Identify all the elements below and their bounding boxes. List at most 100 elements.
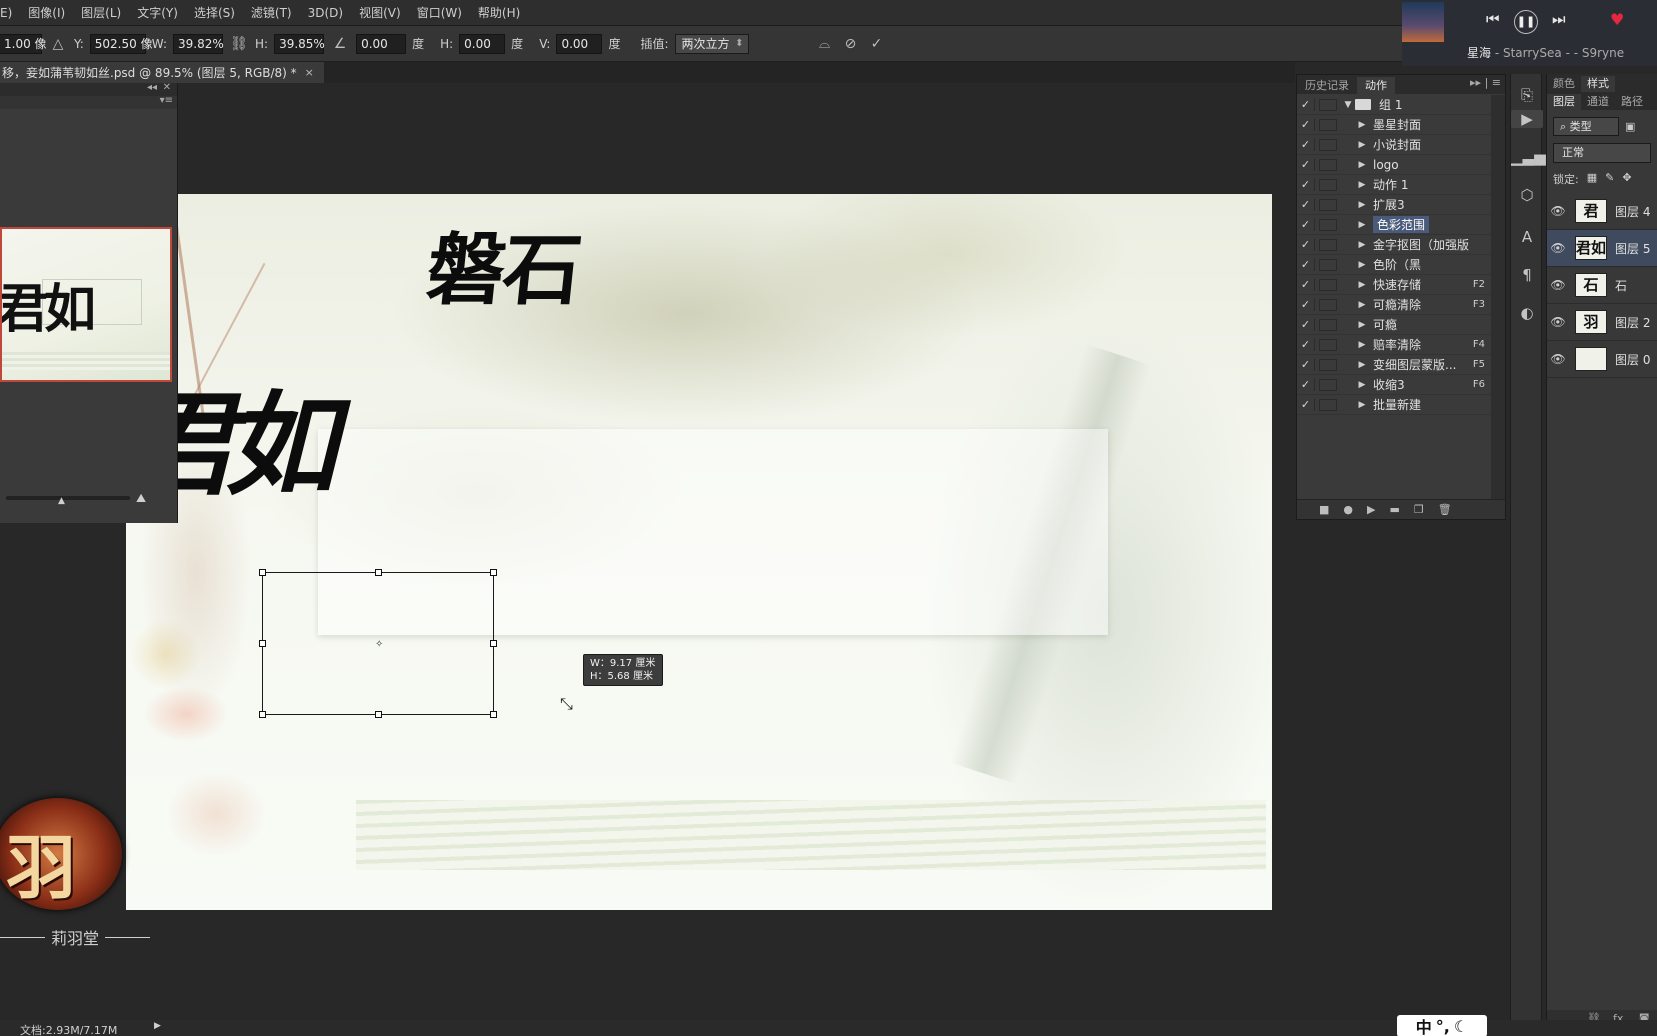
h-skew-field[interactable]: 0.00 — [459, 33, 506, 54]
adjustments-icon[interactable]: ◐ — [1511, 304, 1543, 322]
height-percent-field[interactable]: 39.85% — [274, 33, 325, 54]
action-item[interactable]: ✓ ▶ 收缩3 F6 — [1297, 375, 1491, 395]
layer-thumbnail[interactable]: 石 — [1575, 273, 1607, 297]
layer-row[interactable]: 👁 君图层 4 — [1547, 193, 1657, 230]
layer-name[interactable]: 石 — [1615, 277, 1627, 294]
action-item[interactable]: ✓ ▶ 批量新建 — [1297, 395, 1491, 415]
checkmark-icon[interactable]: ✓ — [1297, 318, 1315, 331]
expand-icon[interactable]: ▶ — [1355, 180, 1369, 190]
layer-row[interactable]: 👁 羽图层 2 — [1547, 304, 1657, 341]
checkmark-icon[interactable]: ✓ — [1297, 298, 1315, 311]
layer-name[interactable]: 图层 2 — [1615, 314, 1650, 331]
action-item[interactable]: ✓ ▶ 金字抠图（加强版 — [1297, 235, 1491, 255]
checkmark-icon[interactable]: ✓ — [1297, 198, 1315, 211]
lock-position-icon[interactable]: ✥ — [1622, 171, 1631, 187]
checkmark-icon[interactable]: ✓ — [1297, 278, 1315, 291]
expand-icon[interactable]: ▶ — [1355, 220, 1369, 230]
checkmark-icon[interactable]: ✓ — [1297, 338, 1315, 351]
expand-icon[interactable]: ▶ — [1355, 360, 1369, 370]
checkmark-icon[interactable]: ✓ — [1297, 358, 1315, 371]
transform-handle-br[interactable] — [490, 711, 497, 718]
actions-icon[interactable]: ▶ — [1511, 110, 1543, 128]
lock-pixels-icon[interactable]: ✎ — [1605, 171, 1614, 187]
width-percent-field[interactable]: 39.82% — [173, 33, 224, 54]
dialog-toggle[interactable] — [1319, 258, 1337, 271]
menu-filter[interactable]: 滤镜(T) — [243, 4, 300, 21]
delete-icon[interactable]: 🗑 — [1438, 503, 1452, 516]
actions-scrollbar[interactable] — [1491, 95, 1505, 503]
previous-track-icon[interactable]: ⏮ — [1486, 10, 1500, 28]
action-item[interactable]: ✓ ▶ 赔率清除 F4 — [1297, 335, 1491, 355]
checkmark-icon[interactable]: ✓ — [1297, 98, 1315, 111]
action-item[interactable]: ✓ ▶ 快速存储 F2 — [1297, 275, 1491, 295]
panel-menu-icon[interactable]: ▸▸ | ≡ — [1470, 76, 1501, 89]
dialog-toggle[interactable] — [1319, 398, 1337, 411]
document-canvas[interactable] — [126, 194, 1272, 910]
action-item[interactable]: ✓ ▶ 小说封面 — [1297, 135, 1491, 155]
navigator-thumbnail[interactable]: 君如 — [0, 227, 172, 382]
new-action-icon[interactable]: ❐ — [1414, 503, 1424, 516]
checkmark-icon[interactable]: ✓ — [1297, 258, 1315, 271]
menu-window[interactable]: 窗口(W) — [409, 4, 470, 21]
layer-row[interactable]: 👁 君如 图层 5 — [1547, 230, 1657, 267]
pause-icon[interactable]: ❚❚ — [1514, 10, 1538, 34]
close-icon[interactable]: ✕ — [163, 82, 171, 93]
action-item[interactable]: ✓ ▶ 扩展3 — [1297, 195, 1491, 215]
image-filter-icon[interactable]: ▣ — [1625, 120, 1635, 133]
collapse-icon[interactable]: ◂◂ — [147, 82, 157, 93]
expand-icon[interactable]: ▶ — [1355, 340, 1369, 350]
transform-handle-t[interactable] — [375, 569, 382, 576]
expand-icon[interactable]: ▶ — [1355, 140, 1369, 150]
tab-style[interactable]: 样式 — [1581, 76, 1615, 92]
status-menu-arrow-icon[interactable]: ▶ — [154, 1021, 161, 1031]
dialog-toggle[interactable] — [1319, 318, 1337, 331]
dialog-toggle[interactable] — [1319, 338, 1337, 351]
transform-bounding-box[interactable]: ✧ — [259, 569, 497, 718]
3d-icon[interactable]: ⬡ — [1511, 186, 1543, 204]
rotation-field[interactable]: 0.00 — [356, 33, 407, 54]
paragraph-icon[interactable]: ¶ — [1511, 266, 1543, 284]
new-set-icon[interactable]: ▬ — [1389, 503, 1399, 516]
character-icon[interactable]: A — [1511, 228, 1543, 246]
layer-thumbnail[interactable]: 君 — [1575, 199, 1607, 223]
visibility-eye-icon[interactable]: 👁 — [1547, 278, 1569, 292]
checkmark-icon[interactable]: ✓ — [1297, 178, 1315, 191]
tab-layers[interactable]: 图层 — [1547, 94, 1581, 110]
dialog-toggle[interactable] — [1319, 278, 1337, 291]
expand-icon[interactable]: ▶ — [1355, 300, 1369, 310]
layer-name[interactable]: 图层 5 — [1615, 240, 1650, 257]
zoom-slider-thumb[interactable]: ▲ — [58, 496, 65, 506]
tab-channels[interactable]: 通道 — [1581, 94, 1615, 110]
checkmark-icon[interactable]: ✓ — [1297, 138, 1315, 151]
checkmark-icon[interactable]: ✓ — [1297, 378, 1315, 391]
heart-icon[interactable]: ♥ — [1610, 10, 1624, 29]
expand-icon[interactable]: ▶ — [1355, 120, 1369, 130]
action-item[interactable]: ✓ ▶ 墨星封面 — [1297, 115, 1491, 135]
layer-thumbnail[interactable] — [1575, 347, 1607, 371]
layer-thumbnail[interactable]: 羽 — [1575, 310, 1607, 334]
action-item[interactable]: ✓ ▶ 动作 1 — [1297, 175, 1491, 195]
transform-handle-tr[interactable] — [490, 569, 497, 576]
action-item[interactable]: ✓ ▶ 色彩范围 — [1297, 215, 1491, 235]
tab-history[interactable]: 历史记录 — [1297, 77, 1357, 94]
menu-image[interactable]: 图像(I) — [20, 4, 73, 21]
expand-icon[interactable]: ▶ — [1355, 280, 1369, 290]
layer-name[interactable]: 图层 4 — [1615, 203, 1650, 220]
action-item[interactable]: ✓ ▶ 色阶（黑 — [1297, 255, 1491, 275]
expand-icon[interactable]: ▶ — [1355, 200, 1369, 210]
lock-transparency-icon[interactable]: ▦ — [1587, 171, 1597, 187]
checkmark-icon[interactable]: ✓ — [1297, 118, 1315, 131]
stop-icon[interactable]: ■ — [1319, 503, 1329, 516]
checkmark-icon[interactable]: ✓ — [1297, 398, 1315, 411]
transform-handle-tl[interactable] — [259, 569, 266, 576]
visibility-eye-icon[interactable]: 👁 — [1547, 315, 1569, 329]
reference-point-icon[interactable]: ✧ — [375, 639, 383, 650]
panel-menu-icon[interactable]: ▾≡ — [160, 95, 173, 106]
checkmark-icon[interactable]: ✓ — [1297, 158, 1315, 171]
warp-mode-icon[interactable]: ⌓ — [815, 36, 835, 52]
y-value-field[interactable]: 502.50 像 — [89, 33, 153, 54]
expand-icon[interactable]: ▶ — [1355, 400, 1369, 410]
link-icon[interactable]: ⛓ — [229, 36, 249, 52]
dialog-toggle[interactable] — [1319, 178, 1337, 191]
action-item[interactable]: ✓ ▶ logo — [1297, 155, 1491, 175]
